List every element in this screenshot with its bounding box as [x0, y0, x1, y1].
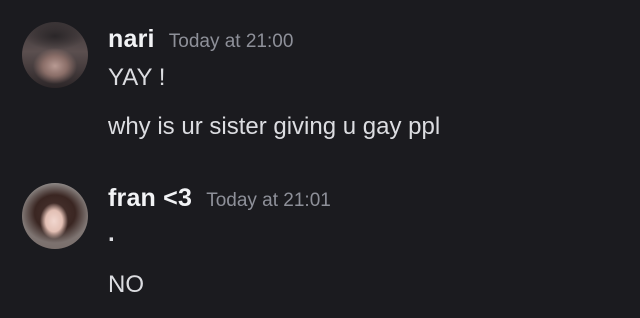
timestamp: Today at 21:00 — [168, 31, 294, 52]
message-header: nari Today at 21:00 — [108, 25, 293, 54]
timestamp: Today at 21:01 — [206, 190, 331, 211]
avatar[interactable] — [22, 22, 88, 88]
username[interactable]: fran <3 — [108, 184, 192, 212]
chat-message-list: nari Today at 21:00 YAY ! why is ur sist… — [0, 0, 640, 318]
username[interactable]: nari — [108, 25, 155, 53]
message-header: fran <3 Today at 21:01 — [108, 184, 331, 213]
message-text[interactable]: why is ur sister giving u gay ppl — [108, 113, 440, 141]
message-text[interactable]: . — [108, 220, 115, 248]
message-text[interactable]: NO — [108, 271, 144, 299]
message-text[interactable]: YAY ! — [108, 64, 165, 92]
avatar[interactable] — [22, 183, 88, 249]
